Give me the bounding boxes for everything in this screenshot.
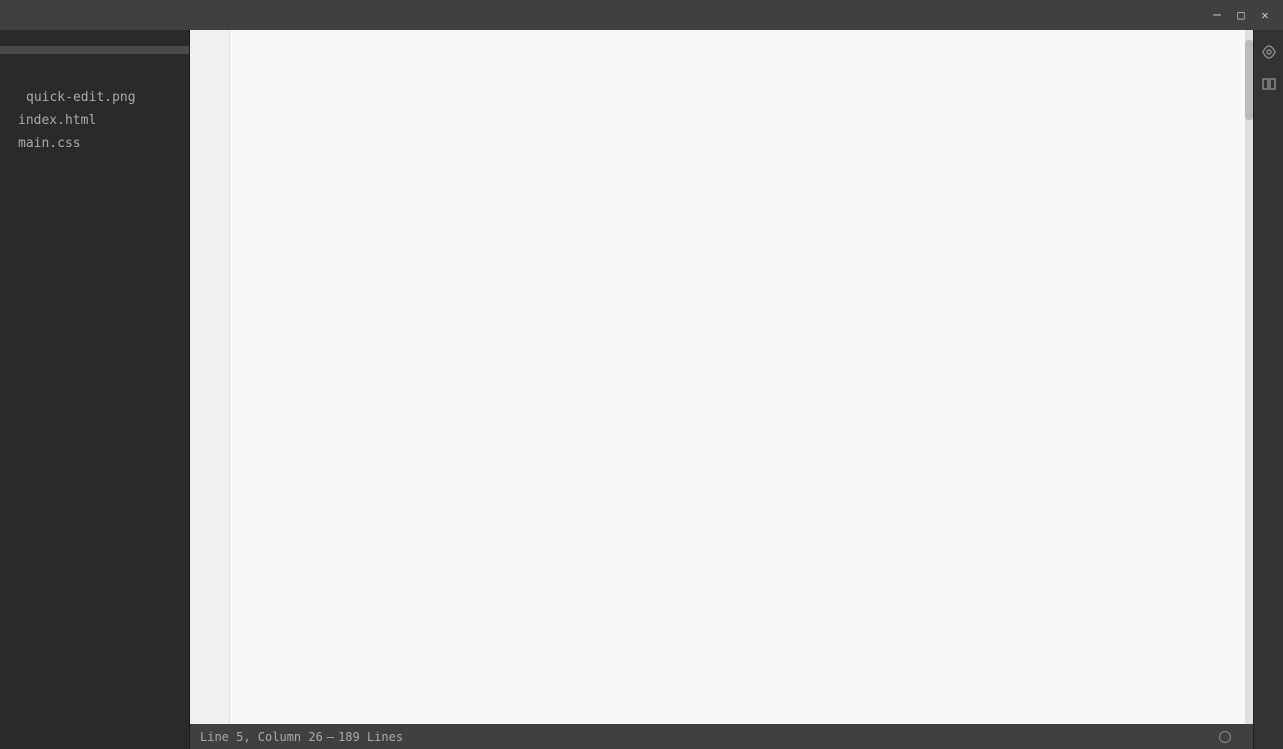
code-container[interactable] bbox=[190, 30, 1253, 724]
sidebar: quick-edit.png index.html main.css bbox=[0, 30, 190, 749]
scrollbar-thumb[interactable] bbox=[1245, 40, 1253, 120]
screenshots-children: quick-edit.png bbox=[8, 86, 189, 109]
editor-area: Line 5, Column 26 — 189 Lines bbox=[190, 30, 1253, 749]
main-area: quick-edit.png index.html main.css Line … bbox=[0, 30, 1283, 749]
code-content[interactable] bbox=[230, 30, 1245, 724]
file-quick-edit-png[interactable]: quick-edit.png bbox=[16, 86, 189, 109]
getting-started-section: quick-edit.png index.html main.css bbox=[0, 62, 189, 155]
status-left: Line 5, Column 26 — 189 Lines bbox=[200, 730, 403, 744]
circle-icon bbox=[1219, 731, 1231, 743]
status-separator: — bbox=[327, 730, 334, 744]
close-button[interactable]: ✕ bbox=[1255, 5, 1275, 25]
line-count: 189 Lines bbox=[338, 730, 403, 744]
file-main-css[interactable]: main.css bbox=[8, 132, 189, 155]
file-index-html[interactable]: index.html bbox=[8, 109, 189, 132]
file-comparison-icon[interactable] bbox=[1257, 72, 1281, 96]
getting-started-folder[interactable] bbox=[0, 62, 189, 74]
line-numbers bbox=[190, 30, 230, 724]
titlebar: ─ □ ✕ bbox=[0, 0, 1283, 30]
minimize-button[interactable]: ─ bbox=[1207, 5, 1227, 25]
right-panel bbox=[1253, 30, 1283, 749]
titlebar-controls: ─ □ ✕ bbox=[1207, 5, 1275, 25]
vertical-scrollbar[interactable] bbox=[1245, 30, 1253, 724]
status-right bbox=[1207, 731, 1243, 743]
folder-children: quick-edit.png index.html main.css bbox=[0, 74, 189, 155]
statusbar: Line 5, Column 26 — 189 Lines bbox=[190, 724, 1253, 749]
working-file-index-html[interactable] bbox=[0, 46, 189, 54]
working-files-header bbox=[0, 30, 189, 46]
maximize-button[interactable]: □ bbox=[1231, 5, 1251, 25]
cursor-position: Line 5, Column 26 bbox=[200, 730, 323, 744]
screenshots-folder[interactable] bbox=[8, 74, 189, 86]
live-preview-icon[interactable] bbox=[1257, 40, 1281, 64]
